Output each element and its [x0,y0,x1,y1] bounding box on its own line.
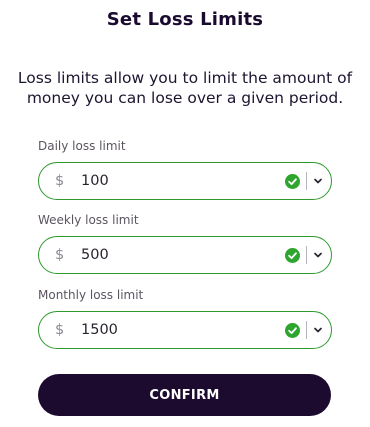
confirm-button[interactable]: CONFIRM [38,374,331,416]
daily-limit-select[interactable]: $ 100 [38,162,332,200]
weekly-limit-value[interactable]: 500 [81,247,285,263]
check-circle-icon [285,173,300,189]
check-circle-icon [285,322,300,338]
currency-symbol: $ [55,173,65,189]
monthly-limit-value[interactable]: 1500 [81,322,285,338]
page-title: Set Loss Limits [106,9,264,30]
monthly-limit-select[interactable]: $ 1500 [38,311,332,349]
weekly-limit-label: Weekly loss limit [38,213,139,227]
divider [306,172,307,190]
check-circle-icon [285,247,300,263]
daily-limit-label: Daily loss limit [38,139,126,153]
monthly-limit-label: Monthly loss limit [38,288,144,302]
currency-symbol: $ [55,247,65,263]
daily-limit-field: Daily loss limit $ 100 [38,139,332,200]
chevron-down-icon[interactable] [313,176,323,186]
divider [306,246,307,264]
daily-limit-value[interactable]: 100 [81,173,285,189]
loss-limits-panel: Set Loss Limits Loss limits allow you to… [0,0,370,427]
description-text: Loss limits allow you to limit the amoun… [0,68,370,108]
currency-symbol: $ [55,322,65,338]
monthly-limit-field: Monthly loss limit $ 1500 [38,288,332,349]
chevron-down-icon[interactable] [313,250,323,260]
weekly-limit-field: Weekly loss limit $ 500 [38,213,332,274]
description-line-1: Loss limits allow you to limit the amoun… [17,69,353,87]
chevron-down-icon[interactable] [313,325,323,335]
divider [306,321,307,339]
weekly-limit-select[interactable]: $ 500 [38,236,332,274]
description-line-2: money you can lose over a given period. [26,89,344,107]
